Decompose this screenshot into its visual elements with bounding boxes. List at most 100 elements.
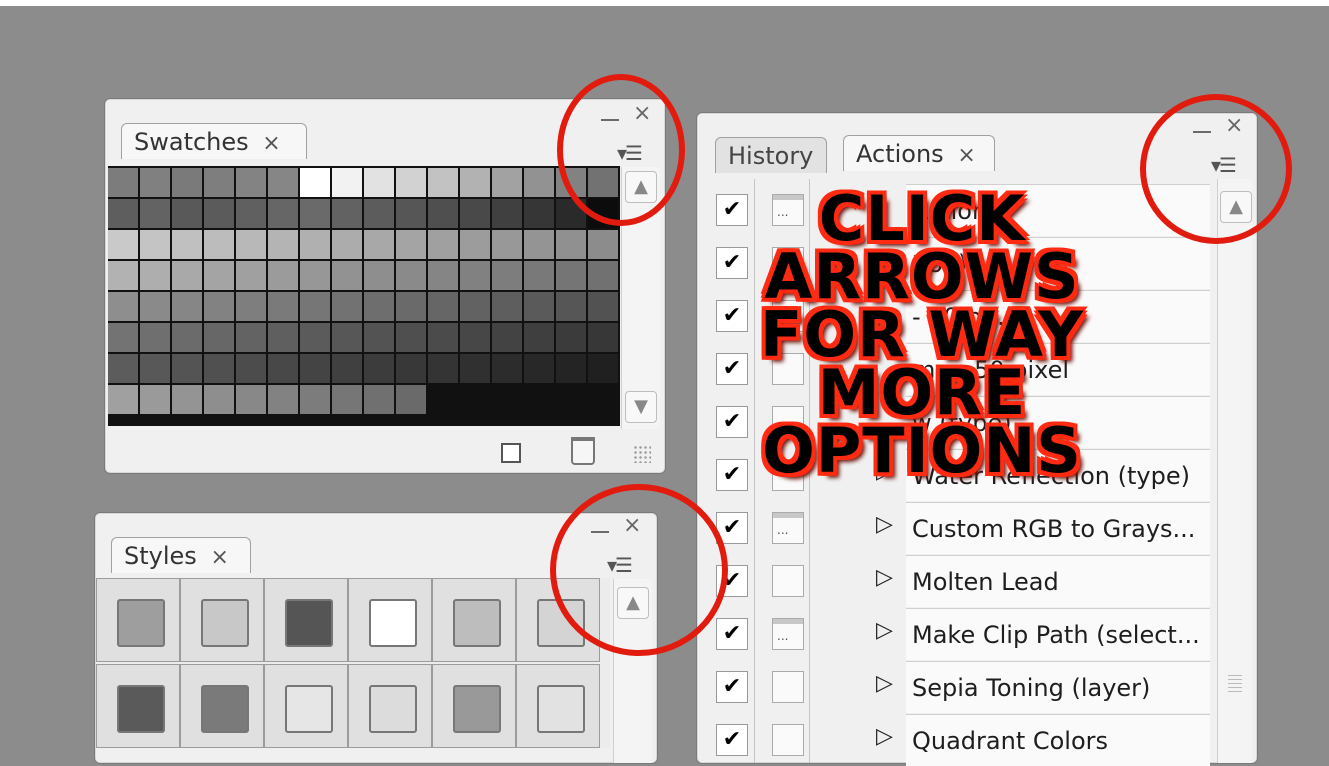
swatch-cell[interactable] — [300, 354, 332, 385]
swatch-cell[interactable] — [460, 292, 492, 323]
swatch-cell[interactable] — [332, 292, 364, 323]
swatch-cell[interactable] — [556, 323, 588, 354]
swatch-cell[interactable] — [300, 385, 332, 416]
swatches-minimize-button[interactable] — [601, 119, 619, 121]
styles-close-button[interactable]: × — [623, 515, 641, 537]
style-cell[interactable] — [348, 664, 432, 748]
tab-actions-close-icon[interactable]: × — [957, 143, 975, 168]
swatch-cell[interactable] — [300, 261, 332, 292]
tab-styles[interactable]: Styles × — [111, 537, 251, 573]
swatch-cell[interactable] — [524, 199, 556, 230]
swatch-cell[interactable] — [204, 292, 236, 323]
swatch-cell[interactable] — [140, 354, 172, 385]
swatch-cell[interactable] — [556, 168, 588, 199]
swatch-cell[interactable] — [236, 230, 268, 261]
swatch-cell[interactable] — [108, 261, 140, 292]
tab-styles-close-icon[interactable]: × — [210, 545, 228, 570]
action-row[interactable]: ✔ ▷ Molten Lead — [706, 555, 1216, 607]
swatch-cell[interactable] — [236, 261, 268, 292]
swatches-scroll-down-button[interactable]: ▼ — [625, 391, 657, 423]
swatch-cell[interactable] — [108, 292, 140, 323]
action-row[interactable]: ✔... ▷ Make Clip Path (select... — [706, 608, 1216, 660]
expand-triangle-icon[interactable]: ▷ — [876, 724, 893, 749]
swatch-cell[interactable] — [268, 292, 300, 323]
swatch-cell[interactable] — [236, 199, 268, 230]
swatch-cell[interactable] — [428, 261, 460, 292]
swatch-cell[interactable] — [204, 385, 236, 416]
swatch-cell[interactable] — [172, 261, 204, 292]
swatch-cell[interactable] — [108, 199, 140, 230]
expand-triangle-icon[interactable]: ▷ — [876, 512, 893, 537]
styles-scrollbar[interactable]: ▲ — [613, 579, 652, 763]
swatch-cell[interactable] — [492, 261, 524, 292]
swatch-cell[interactable] — [300, 199, 332, 230]
dialog-toggle-empty[interactable] — [772, 671, 804, 703]
actions-scrollbar[interactable]: ▲ — [1217, 179, 1252, 763]
swatch-cell[interactable] — [396, 199, 428, 230]
swatch-cell[interactable] — [364, 292, 396, 323]
swatch-cell[interactable] — [140, 385, 172, 416]
action-enabled-checkbox[interactable]: ✔ — [716, 671, 748, 703]
actions-close-button[interactable]: × — [1225, 115, 1243, 137]
swatch-cell[interactable] — [556, 230, 588, 261]
swatch-cell[interactable] — [108, 168, 140, 199]
styles-scroll-up-button[interactable]: ▲ — [617, 587, 649, 619]
swatch-cell[interactable] — [364, 199, 396, 230]
swatch-cell[interactable] — [460, 261, 492, 292]
expand-triangle-icon[interactable]: ▷ — [876, 565, 893, 590]
swatch-cell[interactable] — [588, 230, 620, 261]
swatch-cell[interactable] — [332, 168, 364, 199]
trash-icon[interactable] — [571, 437, 595, 465]
swatch-cell[interactable] — [556, 292, 588, 323]
swatch-cell[interactable] — [588, 168, 620, 199]
swatch-cell[interactable] — [172, 168, 204, 199]
swatch-cell[interactable] — [492, 199, 524, 230]
swatch-cell[interactable] — [172, 354, 204, 385]
action-enabled-checkbox[interactable]: ✔ — [716, 618, 748, 650]
swatch-cell[interactable] — [204, 230, 236, 261]
swatch-cell[interactable] — [172, 230, 204, 261]
swatch-cell[interactable] — [332, 323, 364, 354]
swatch-cell[interactable] — [396, 354, 428, 385]
dialog-toggle-empty[interactable] — [772, 565, 804, 597]
swatch-cell[interactable] — [524, 168, 556, 199]
swatch-cell[interactable] — [460, 354, 492, 385]
swatch-cell[interactable] — [268, 199, 300, 230]
swatch-cell[interactable] — [492, 230, 524, 261]
swatch-cell[interactable] — [492, 354, 524, 385]
swatch-cell[interactable] — [236, 323, 268, 354]
swatch-cell[interactable] — [300, 230, 332, 261]
swatch-cell[interactable] — [364, 323, 396, 354]
style-cell[interactable] — [264, 578, 348, 662]
swatch-cell[interactable] — [460, 230, 492, 261]
swatch-cell[interactable] — [524, 292, 556, 323]
dialog-toggle-icon[interactable]: ... — [772, 512, 804, 544]
resize-grip-icon[interactable] — [633, 445, 651, 463]
style-cell[interactable] — [180, 578, 264, 662]
swatch-cell[interactable] — [268, 385, 300, 416]
swatch-cell[interactable] — [588, 292, 620, 323]
swatch-cell[interactable] — [588, 323, 620, 354]
swatch-cell[interactable] — [172, 385, 204, 416]
swatch-cell[interactable] — [396, 385, 428, 416]
style-cell[interactable] — [516, 664, 600, 748]
swatches-panel-menu-icon[interactable]: ▾☰ — [617, 143, 643, 163]
swatch-cell[interactable] — [428, 168, 460, 199]
swatch-cell[interactable] — [428, 354, 460, 385]
swatch-cell[interactable] — [524, 230, 556, 261]
swatch-cell[interactable] — [140, 292, 172, 323]
swatch-cell[interactable] — [172, 292, 204, 323]
swatch-cell[interactable] — [428, 230, 460, 261]
swatch-cell[interactable] — [364, 354, 396, 385]
style-cell[interactable] — [516, 578, 600, 662]
actions-scroll-thumb-grip[interactable] — [1228, 675, 1242, 695]
swatch-cell[interactable] — [236, 168, 268, 199]
swatch-cell[interactable] — [108, 385, 140, 416]
swatch-cell[interactable] — [204, 199, 236, 230]
tab-swatches[interactable]: Swatches × — [121, 123, 307, 159]
action-enabled-checkbox[interactable]: ✔ — [716, 724, 748, 756]
swatch-cell[interactable] — [396, 230, 428, 261]
swatch-cell[interactable] — [396, 323, 428, 354]
swatch-cell[interactable] — [364, 261, 396, 292]
swatch-cell[interactable] — [140, 230, 172, 261]
